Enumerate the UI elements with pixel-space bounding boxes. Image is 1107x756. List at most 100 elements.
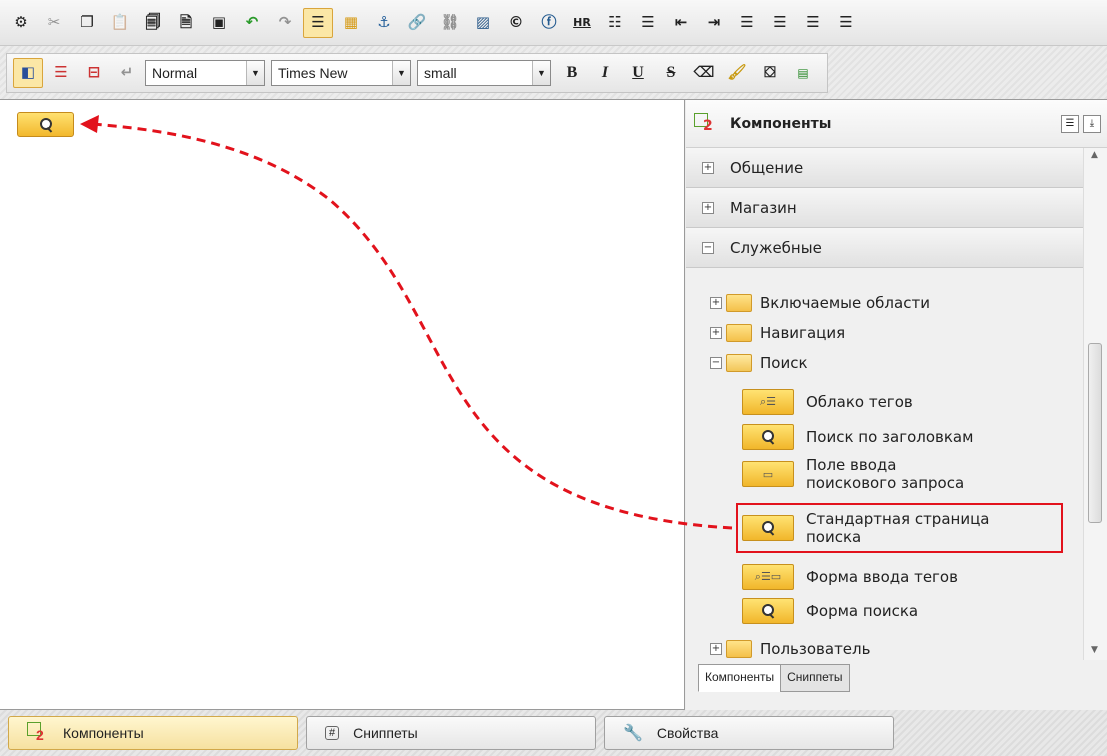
folder-icon xyxy=(726,294,752,312)
font-select-value: Times New xyxy=(278,64,348,81)
bold-button[interactable]: B xyxy=(557,58,587,88)
view-list-icon[interactable]: ☰ xyxy=(1061,114,1079,133)
clean-format-button[interactable]: 🖌 xyxy=(722,58,752,88)
scroll-down-icon[interactable]: ▼ xyxy=(1091,645,1098,655)
bottom-tab-label: Свойства xyxy=(656,725,719,741)
paste-word-icon: 🗐 xyxy=(145,13,161,31)
paint-bucket-icon: ⛋ xyxy=(764,63,776,81)
eraser-button[interactable]: ⌫ xyxy=(689,58,719,88)
underline-button[interactable]: U xyxy=(623,58,653,88)
tree-folder-included-areas[interactable]: + Включаемые области xyxy=(710,294,930,312)
collapse-panel-icon[interactable]: ⤓ xyxy=(1083,114,1101,133)
image-button[interactable]: ▨ xyxy=(468,8,498,38)
link-button[interactable]: 🔗 xyxy=(402,8,432,38)
panel-title: Компоненты xyxy=(730,115,832,132)
table-button[interactable]: ▦ xyxy=(336,8,366,38)
style-select[interactable]: Normal ▼ xyxy=(145,59,265,86)
unlink-button[interactable]: ⛓ xyxy=(435,8,465,38)
undo-button[interactable]: ↶ xyxy=(237,8,267,38)
component-search-form[interactable]: Форма поиска xyxy=(742,598,918,624)
placed-search-component[interactable] xyxy=(17,112,74,137)
tree-folder-search[interactable]: − Поиск xyxy=(710,354,808,372)
split-mode-button[interactable]: ⊟ xyxy=(79,58,109,88)
component-tag-cloud[interactable]: ⌕☰ Облако тегов xyxy=(742,389,913,415)
group-shop[interactable]: + Магазин xyxy=(686,188,1083,228)
align-icon: ☰ xyxy=(839,13,853,31)
anchor-icon: ⚓ xyxy=(377,13,391,31)
bottom-tab-properties[interactable]: 🔧 Свойства xyxy=(604,716,894,750)
chevron-down-icon: ▼ xyxy=(392,60,410,85)
collapse-icon: − xyxy=(702,241,714,254)
unordered-list-button[interactable]: ☰ xyxy=(633,8,663,38)
group-label: Общение xyxy=(730,158,804,177)
component-tag-input-form[interactable]: ⌕☰▭ Форма ввода тегов xyxy=(742,564,958,590)
component-search-input[interactable]: ▭ Поле ввода поискового запроса xyxy=(742,456,986,492)
search-icon xyxy=(38,117,54,133)
bottom-tab-components[interactable]: 2 Компоненты xyxy=(8,716,298,750)
component-title-search[interactable]: Поиск по заголовкам xyxy=(742,424,973,450)
settings-button[interactable]: ⚙ xyxy=(6,8,36,38)
tab-snippets[interactable]: Сниппеты xyxy=(780,664,850,692)
font-select[interactable]: Times New ▼ xyxy=(271,59,411,86)
indent-button[interactable]: ⇥ xyxy=(699,8,729,38)
copy-button[interactable]: ❐ xyxy=(72,8,102,38)
code-mode-button[interactable]: ☰ xyxy=(46,58,76,88)
redo-button[interactable]: ↷ xyxy=(270,8,300,38)
wrap-button[interactable]: ↵ xyxy=(112,58,142,88)
components-logo-icon: 2 xyxy=(27,722,49,744)
group-service[interactable]: − Служебные xyxy=(686,228,1083,268)
folder-icon xyxy=(726,324,752,342)
paste-word-button[interactable]: 🗐 xyxy=(138,8,168,38)
align-left-icon: ☰ xyxy=(740,13,754,31)
expand-icon: + xyxy=(710,297,722,309)
align-center-icon: ☰ xyxy=(773,13,787,31)
size-select[interactable]: small ▼ xyxy=(417,59,551,86)
bg-color-button[interactable]: ▤ xyxy=(788,58,818,88)
expand-icon: + xyxy=(710,327,722,339)
folder-open-icon xyxy=(726,354,752,372)
tab-components[interactable]: Компоненты xyxy=(698,664,782,692)
group-communication[interactable]: + Общение xyxy=(686,148,1083,188)
panel-scrollbar[interactable]: ▲ ▼ xyxy=(1083,148,1107,660)
bottom-tab-label: Компоненты xyxy=(63,725,144,741)
anchor-button[interactable]: ⚓ xyxy=(369,8,399,38)
component-label: Облако тегов xyxy=(806,393,913,411)
paste-text-button[interactable]: 🗎 xyxy=(171,8,201,38)
outdent-button[interactable]: ⇤ xyxy=(666,8,696,38)
align-center-button[interactable]: ☰ xyxy=(765,8,795,38)
bottom-tab-snippets[interactable]: # Сниппеты xyxy=(306,716,596,750)
group-label: Служебные xyxy=(730,238,822,257)
cut-icon: ✂ xyxy=(47,13,61,31)
align-right-button[interactable]: ☰ xyxy=(798,8,828,38)
cut-button[interactable]: ✂ xyxy=(39,8,69,38)
search-form-icon xyxy=(742,598,794,624)
search-icon xyxy=(760,603,776,619)
tree-folder-navigation[interactable]: + Навигация xyxy=(710,324,845,342)
editor-area[interactable] xyxy=(0,100,685,710)
align-justify-button[interactable]: ☰ xyxy=(831,8,861,38)
eraser-icon: ⌫ xyxy=(693,63,715,81)
panel-header: 2 Компоненты ☰ ⤓ xyxy=(686,100,1107,148)
page-break-button[interactable]: ☰ xyxy=(303,7,333,38)
snippet-icon: # xyxy=(325,726,340,740)
scroll-thumb[interactable] xyxy=(1088,343,1102,523)
strike-button[interactable]: S xyxy=(656,58,686,88)
hr-button[interactable]: HR xyxy=(567,8,597,38)
text-color-button[interactable]: ⛋ xyxy=(755,58,785,88)
title-search-icon xyxy=(742,424,794,450)
wysiwyg-mode-button[interactable]: ◧ xyxy=(13,57,43,88)
copy-icon: ❐ xyxy=(80,13,94,31)
special-char-button[interactable]: © xyxy=(501,8,531,38)
brush-icon: 🖌 xyxy=(727,63,747,81)
wysiwyg-icon: ◧ xyxy=(20,63,36,81)
tree-folder-user[interactable]: + Пользователь xyxy=(710,640,870,658)
italic-button[interactable]: I xyxy=(590,58,620,88)
link-icon: 🔗 xyxy=(407,13,427,31)
flash-button[interactable]: ⓕ xyxy=(534,8,564,38)
ordered-list-button[interactable]: ☷ xyxy=(600,8,630,38)
image-icon: ▨ xyxy=(475,13,491,31)
paste-button[interactable]: 📋 xyxy=(105,8,135,38)
select-all-button[interactable]: ▣ xyxy=(204,8,234,38)
scroll-up-icon[interactable]: ▲ xyxy=(1091,150,1098,160)
align-left-button[interactable]: ☰ xyxy=(732,8,762,38)
